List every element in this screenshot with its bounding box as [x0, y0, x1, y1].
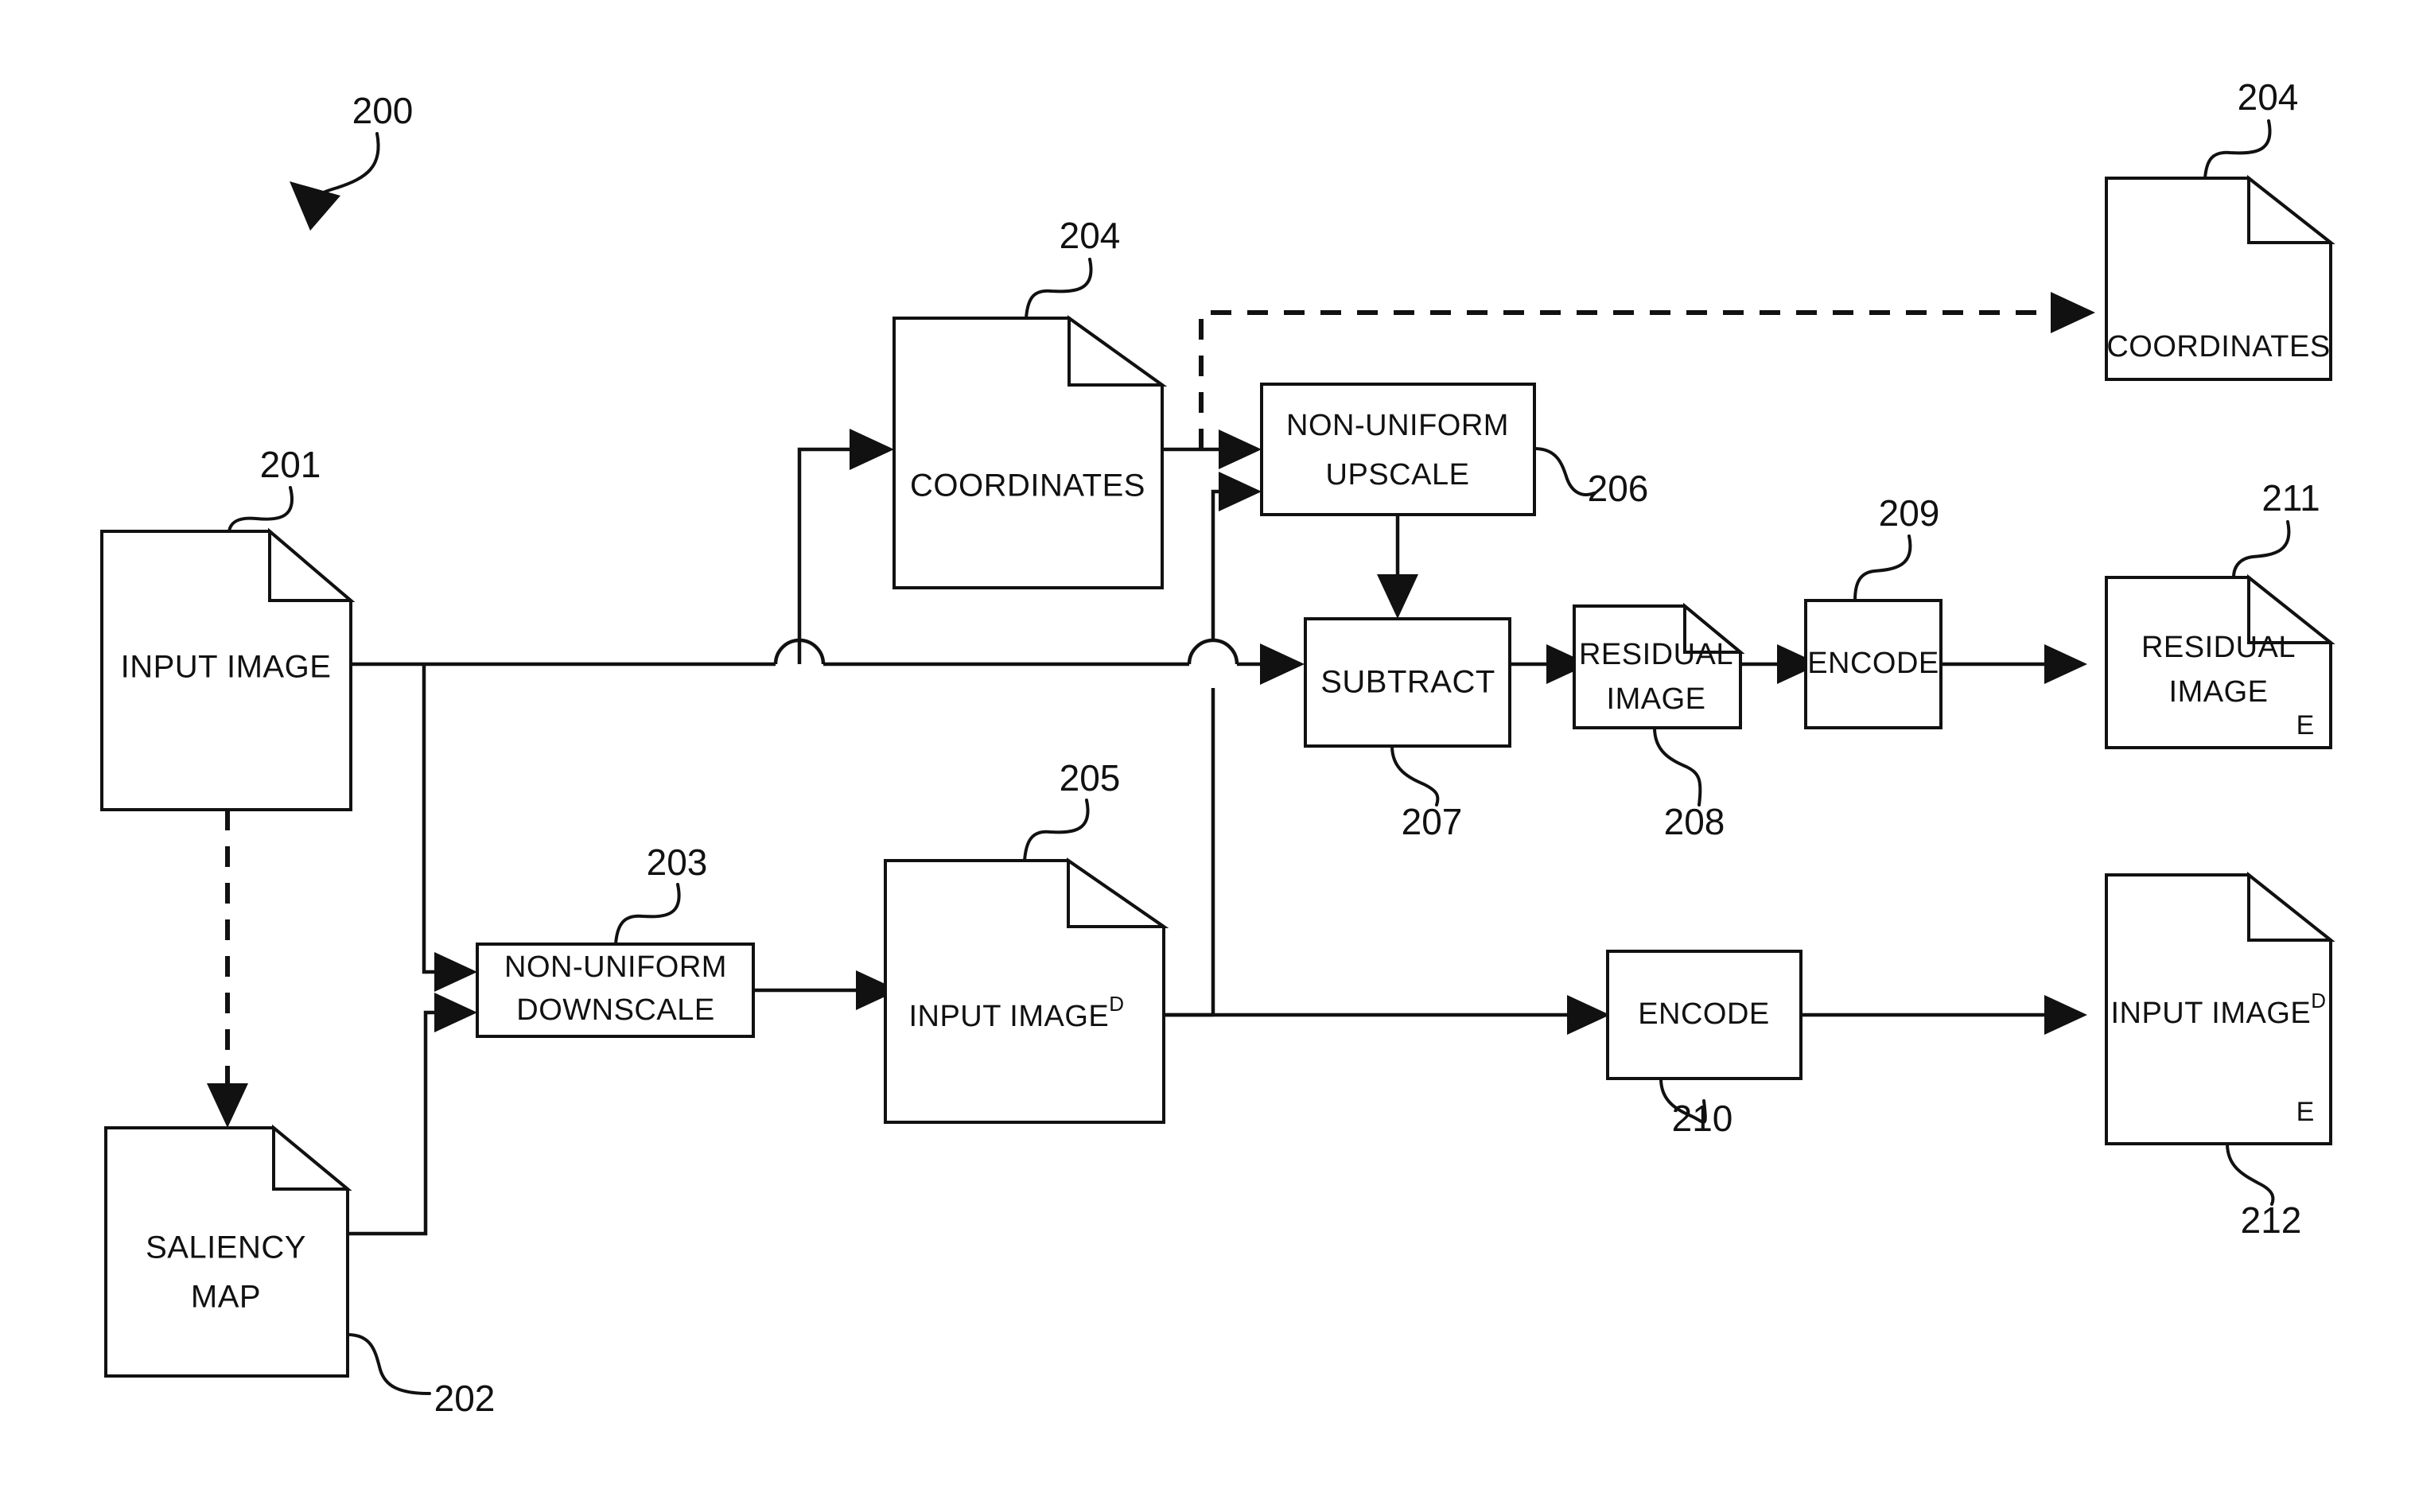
arrowhead-to-encode-bottom: [1567, 995, 1610, 1035]
residual-image-label-line1: RESIDUAL: [1579, 638, 1733, 671]
residual-image-label-line2: IMAGE: [1607, 682, 1706, 716]
ref-205-leader: [1023, 799, 1090, 862]
ref-callout-208: 208: [1653, 726, 1725, 842]
ref-208-label: 208: [1664, 801, 1725, 842]
ref-204-out-leader: [2203, 119, 2272, 180]
ref-206-label: 206: [1588, 468, 1649, 509]
ref-202-label: 202: [434, 1378, 496, 1419]
node-input-image-d: INPUT IMAGED: [884, 857, 1169, 1124]
node-coordinates-mid: COORDINATES: [892, 315, 1168, 589]
ref-callout-205: 205: [1023, 757, 1121, 862]
edge-input-image-to-downscale: [422, 664, 448, 974]
node-input-image: INPUT IMAGE: [100, 527, 356, 811]
ref-207-leader: [1390, 744, 1440, 807]
non-uniform-upscale-label-line1: NON-UNIFORM: [1286, 409, 1509, 442]
figure-canvas: INPUT IMAGE SALIENCY MAP NON-UNIFORM DOW…: [100, 76, 2335, 1419]
node-subtract: SUBTRACT: [1304, 617, 1511, 748]
ref-203-label: 203: [647, 842, 708, 883]
ref-callout-211: 211: [2232, 477, 2320, 579]
figure-number-leader: [310, 132, 380, 200]
arrowhead-to-saliency-map: [207, 1083, 248, 1128]
subtract-label: SUBTRACT: [1320, 665, 1495, 700]
ref-callout-209: 209: [1853, 492, 1940, 602]
encode-top-label: ENCODE: [1807, 647, 1939, 680]
non-uniform-downscale-label-line1: NON-UNIFORM: [504, 950, 727, 984]
node-encode-top: ENCODE: [1804, 599, 1942, 729]
input-image-d-encoded-corner-mark: E: [2296, 1097, 2315, 1127]
input-image-label: INPUT IMAGE: [121, 650, 332, 685]
encode-bottom-label: ENCODE: [1638, 997, 1770, 1031]
residual-image-encoded-label-line1: RESIDUAL: [2141, 631, 2296, 664]
edge-riser-upper-to-upscale: [1211, 489, 1232, 640]
node-residual-image: RESIDUAL IMAGE: [1573, 602, 1745, 729]
arrowhead-to-coordinates-mid: [850, 429, 894, 470]
edge-trunk-to-coordinates-mid: [797, 447, 863, 664]
ref-callout-202: 202: [346, 1333, 496, 1419]
ref-callout-212: 212: [2226, 1142, 2302, 1241]
arrowhead-downscale-input-2: [434, 993, 477, 1032]
ref-201-label: 201: [260, 444, 321, 485]
ref-204-mid-leader: [1025, 258, 1093, 320]
arrowhead-subtract-top: [1377, 574, 1418, 619]
ref-callout-206: 206: [1533, 447, 1649, 509]
non-uniform-upscale-label-line2: UPSCALE: [1326, 458, 1470, 492]
non-uniform-upscale-box: [1260, 383, 1536, 516]
ref-205-label: 205: [1060, 757, 1121, 799]
non-uniform-downscale-label-line2: DOWNSCALE: [516, 993, 714, 1027]
arrowhead-to-input-image-d-encoded: [2044, 995, 2087, 1035]
arrowhead-to-coordinates-out: [2051, 292, 2095, 333]
coordinates-mid-label: COORDINATES: [910, 468, 1145, 503]
figure-number-label: 200: [352, 90, 414, 131]
ref-callout-210: 210: [1659, 1077, 1733, 1139]
ref-callout-204-mid: 204: [1025, 215, 1121, 320]
saliency-map-label-line2: MAP: [191, 1280, 261, 1315]
residual-image-encoded-corner-mark: E: [2296, 710, 2315, 740]
coordinates-mid-doc-outline: [892, 317, 1164, 589]
ref-203-leader: [614, 883, 681, 946]
ref-212-label: 212: [2241, 1199, 2302, 1241]
node-saliency-map: SALIENCY MAP: [104, 1124, 352, 1378]
arrowhead-to-subtract: [1260, 643, 1305, 685]
node-residual-image-encoded: RESIDUAL IMAGE E: [2105, 573, 2335, 749]
ref-207-label: 207: [1402, 801, 1463, 842]
ref-210-label: 210: [1672, 1098, 1733, 1139]
node-encode-bottom: ENCODE: [1606, 950, 1802, 1080]
line-hop-1525: [1187, 638, 1239, 665]
arrowhead-downscale-input-1: [434, 952, 477, 992]
ref-201-leader: [228, 486, 294, 533]
arrowhead-to-residual-image-encoded: [2044, 644, 2087, 684]
ref-callout-201: 201: [228, 444, 321, 533]
ref-callout-207: 207: [1390, 744, 1463, 842]
ref-206-leader: [1533, 447, 1596, 496]
ref-212-leader: [2226, 1142, 2275, 1206]
patent-figure-200: INPUT IMAGE SALIENCY MAP NON-UNIFORM DOW…: [0, 0, 2415, 1512]
ref-209-label: 209: [1879, 492, 1940, 534]
ref-211-leader: [2232, 520, 2291, 579]
edge-saliency-map-to-downscale: [348, 1010, 448, 1236]
ref-204-mid-label: 204: [1060, 215, 1121, 256]
ref-208-leader: [1653, 726, 1702, 807]
node-coordinates-out: COORDINATES: [2105, 174, 2335, 381]
coordinates-out-label: COORDINATES: [2106, 330, 2330, 363]
ref-211-label: 211: [2261, 477, 2320, 519]
node-non-uniform-upscale: NON-UNIFORM UPSCALE: [1260, 383, 1536, 516]
ref-209-leader: [1853, 534, 1912, 602]
ref-204-out-label: 204: [2238, 76, 2299, 118]
ref-callout-203: 203: [614, 842, 708, 946]
residual-image-encoded-label-line2: IMAGE: [2169, 675, 2269, 709]
ref-202-leader: [346, 1333, 431, 1395]
ref-callout-204-out: 204: [2203, 76, 2299, 180]
arrowhead-upscale-input-1: [1219, 430, 1262, 469]
node-non-uniform-downscale: NON-UNIFORM DOWNSCALE: [476, 943, 755, 1038]
figure-number-callout: 200: [290, 90, 413, 231]
saliency-map-label-line1: SALIENCY: [146, 1230, 306, 1265]
arrowhead-upscale-input-2: [1219, 472, 1262, 511]
node-input-image-d-encoded: INPUT IMAGED E: [2105, 871, 2335, 1145]
